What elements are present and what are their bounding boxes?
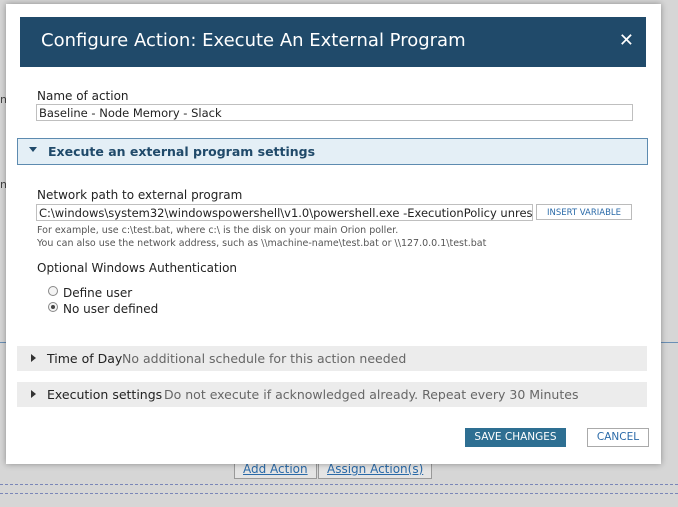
dialog-title: Configure Action: Execute An External Pr… (41, 30, 466, 51)
no-user-defined-radio[interactable] (48, 302, 58, 312)
chevron-right-icon (31, 390, 36, 398)
network-path-label: Network path to external program (37, 188, 243, 202)
define-user-radio[interactable] (48, 286, 58, 296)
external-program-section-header[interactable]: Execute an external program settings (17, 138, 648, 165)
background-dashed-line (0, 493, 678, 494)
background-dashed-line (0, 484, 678, 485)
save-changes-button[interactable]: SAVE CHANGES (465, 428, 566, 447)
insert-variable-button[interactable]: INSERT VARIABLE (536, 204, 632, 220)
name-of-action-label: Name of action (37, 89, 129, 103)
name-of-action-input[interactable]: Baseline - Node Memory - Slack (36, 104, 633, 121)
section-title: Execute an external program settings (48, 144, 316, 159)
section-summary: Do not execute if acknowledged already. … (164, 387, 579, 402)
hint-text: For example, use c:\test.bat, where c:\ … (37, 225, 399, 236)
windows-auth-label: Optional Windows Authentication (37, 261, 238, 275)
network-path-input[interactable]: C:\windows\system32\windowspowershell\v1… (36, 204, 533, 221)
section-title: Time of Day (47, 351, 123, 366)
time-of-day-section[interactable]: Time of Day No additional schedule for t… (17, 346, 647, 371)
execution-settings-section[interactable]: Execution settings Do not execute if ack… (17, 382, 647, 407)
hint-text: You can also use the network address, su… (37, 238, 487, 249)
section-summary: No additional schedule for this action n… (122, 351, 407, 366)
section-title: Execution settings (47, 387, 163, 402)
chevron-right-icon (31, 354, 36, 362)
dialog-header: Configure Action: Execute An External Pr… (20, 17, 646, 67)
no-user-defined-label: No user defined (63, 302, 159, 316)
configure-action-dialog: Configure Action: Execute An External Pr… (6, 4, 661, 464)
close-icon[interactable]: ✕ (619, 31, 634, 51)
cancel-button[interactable]: CANCEL (587, 428, 649, 447)
define-user-label: Define user (63, 286, 133, 300)
chevron-down-icon (29, 147, 37, 152)
